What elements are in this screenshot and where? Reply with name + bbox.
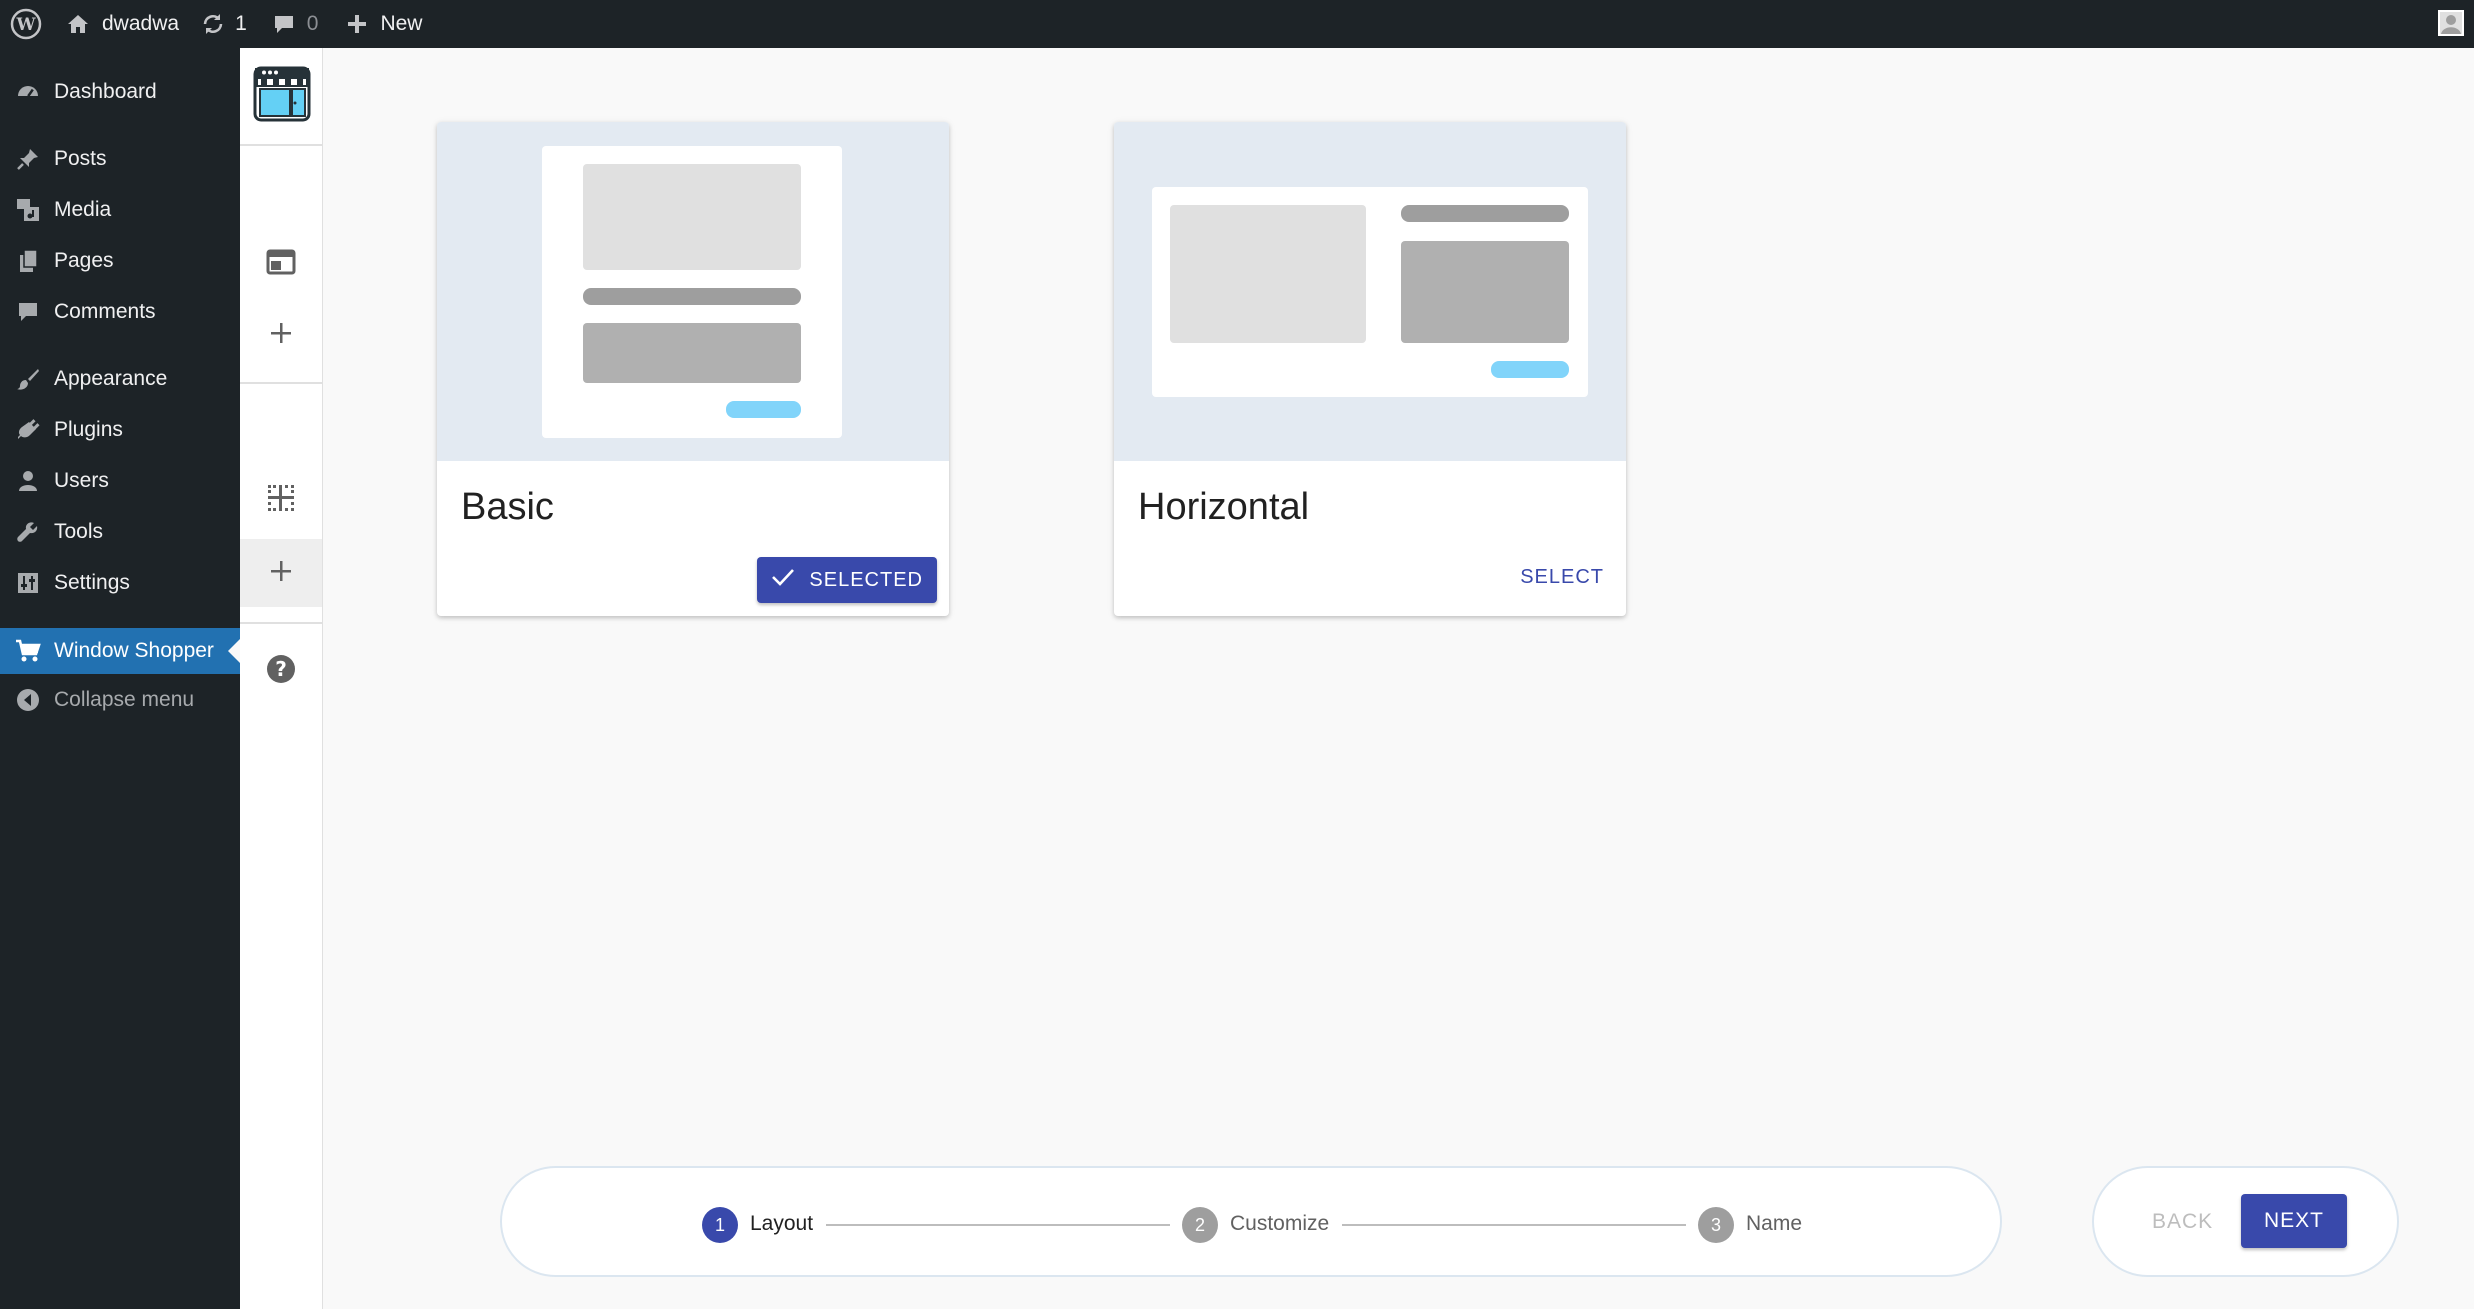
help-icon: ? (266, 654, 296, 689)
comment-bubble-icon (273, 13, 295, 35)
svg-text:?: ? (275, 657, 287, 681)
grid-tool-button[interactable] (240, 466, 322, 534)
wizard-stepper: 1 Layout 2 Customize 3 Name (500, 1166, 2002, 1277)
check-icon (771, 567, 809, 593)
collapse-icon (14, 686, 42, 714)
user-icon (14, 467, 42, 495)
cart-icon (14, 637, 42, 665)
menu-item-comments[interactable]: Comments (0, 289, 240, 335)
layout-card-horizontal[interactable]: Horizontal SELECT (1114, 122, 1626, 616)
refresh-icon (201, 12, 225, 36)
back-button[interactable]: BACK (2152, 1210, 2213, 1234)
comment-icon (14, 298, 42, 326)
layout-title: Basic (461, 486, 554, 528)
menu-label: Settings (54, 571, 130, 594)
sliders-icon (14, 569, 42, 597)
rail-divider (240, 622, 322, 624)
svg-text:W: W (15, 15, 36, 35)
pages-icon (14, 247, 42, 275)
menu-item-media[interactable]: Media (0, 187, 240, 233)
comments-count: 0 (306, 12, 319, 35)
brush-icon (14, 365, 42, 393)
step-3-label: Name (1746, 1212, 1803, 1235)
menu-item-settings[interactable]: Settings (0, 560, 240, 606)
step-2-number: 2 (1182, 1207, 1218, 1243)
new-content-link[interactable]: New (346, 0, 422, 48)
menu-item-posts[interactable]: Posts (0, 136, 240, 182)
add-grid-button[interactable] (240, 539, 322, 607)
menu-label: Posts (54, 147, 107, 170)
step-3-number: 3 (1698, 1207, 1734, 1243)
menu-label: Plugins (54, 418, 123, 441)
menu-label: Tools (54, 520, 104, 543)
rail-divider (240, 382, 322, 384)
admin-bar: W dwadwa 1 0 New (0, 0, 2474, 48)
step-connector (826, 1224, 1170, 1226)
menu-label: Media (54, 198, 112, 221)
wrench-icon (14, 518, 42, 546)
site-name: dwadwa (102, 12, 180, 35)
plug-icon (14, 416, 42, 444)
step-2-label: Customize (1230, 1212, 1330, 1235)
selected-button[interactable]: SELECTED (757, 557, 937, 603)
menu-item-tools[interactable]: Tools (0, 509, 240, 555)
admin-sidebar-menu: Dashboard Posts Media Pages Comments App… (0, 48, 240, 1309)
plus-icon (270, 322, 292, 349)
menu-item-plugins[interactable]: Plugins (0, 407, 240, 453)
wizard-navigation: BACK NEXT (2092, 1166, 2399, 1277)
plugin-tool-rail: ? (240, 48, 323, 1309)
menu-label: Dashboard (54, 80, 157, 103)
layout-preview-horizontal (1114, 122, 1626, 461)
menu-item-appearance[interactable]: Appearance (0, 356, 240, 402)
menu-label: Window Shopper (54, 639, 214, 662)
rail-divider (240, 144, 322, 146)
pin-icon (14, 145, 42, 173)
menu-label: Comments (54, 300, 156, 323)
layout-card-basic[interactable]: Basic SELECTED (437, 122, 949, 616)
help-button[interactable]: ? (240, 637, 322, 705)
menu-item-window-shopper[interactable]: Window Shopper (0, 628, 240, 674)
next-button[interactable]: NEXT (2241, 1194, 2347, 1248)
menu-item-pages[interactable]: Pages (0, 238, 240, 284)
step-connector (1342, 1224, 1686, 1226)
menu-label: Collapse menu (54, 688, 195, 711)
updates-link[interactable]: 1 (201, 0, 247, 48)
updates-count: 1 (235, 12, 247, 35)
dashboard-icon (14, 78, 42, 106)
wordpress-logo-icon[interactable]: W (10, 0, 44, 48)
site-home-link[interactable]: dwadwa (66, 0, 179, 48)
step-1-label: Layout (750, 1212, 814, 1235)
select-button[interactable]: SELECT (1520, 566, 1604, 589)
plus-icon (346, 13, 368, 35)
selected-button-label: SELECTED (809, 568, 923, 591)
storefront-logo-icon (252, 64, 312, 124)
menu-label: Appearance (54, 367, 168, 390)
user-avatar[interactable] (2438, 10, 2464, 36)
add-layout-button[interactable] (240, 301, 322, 369)
media-icon (14, 196, 42, 224)
collapse-menu-button[interactable]: Collapse menu (0, 677, 240, 723)
layout-title: Horizontal (1138, 486, 1310, 528)
home-icon (66, 12, 90, 36)
step-1-number: 1 (702, 1207, 738, 1243)
menu-item-dashboard[interactable]: Dashboard (0, 69, 240, 115)
menu-label: Users (54, 469, 109, 492)
comments-link[interactable]: 0 (273, 0, 319, 48)
new-label: New (380, 12, 423, 35)
grid-icon (267, 484, 295, 517)
plus-icon (270, 560, 292, 587)
layout-tool-button[interactable] (240, 230, 322, 298)
layout-icon (266, 249, 296, 280)
layout-preview-basic (437, 122, 949, 461)
menu-item-users[interactable]: Users (0, 458, 240, 504)
menu-label: Pages (54, 249, 114, 272)
